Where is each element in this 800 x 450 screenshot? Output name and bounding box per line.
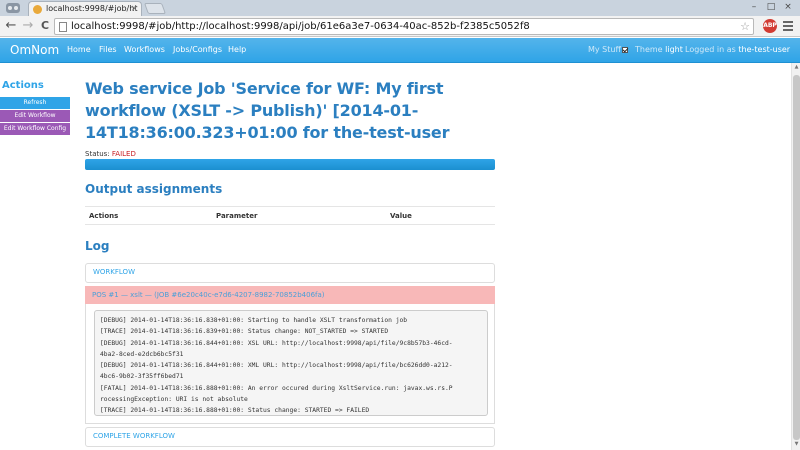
column-header-value: Value (390, 212, 412, 220)
theme-selector[interactable]: Theme light (635, 38, 683, 62)
app-navbar: OmNom Home Files Workflows Jobs/Configs … (0, 38, 800, 63)
adblock-extension-icon[interactable]: ABP (763, 19, 777, 33)
edit-workflow-config-button[interactable]: Edit Workflow Config (0, 123, 70, 135)
log-line: 4bc6-9b02-3f35ff6bed71 (100, 373, 184, 381)
column-header-parameter: Parameter (216, 212, 258, 220)
tab-title: localhost:9998/#job/ht (46, 4, 138, 13)
log-line: [TRACE] 2014-01-14T18:36:16.888+01:00: S… (100, 407, 370, 415)
nav-workflows[interactable]: Workflows (124, 38, 165, 62)
tab-close-icon[interactable]: × (130, 2, 138, 16)
new-tab-button[interactable] (143, 3, 167, 14)
page-icon (59, 22, 67, 32)
log-heading: Log (85, 239, 110, 253)
scroll-down-arrow-icon[interactable]: ▼ (793, 441, 800, 449)
log-line: 4ba2-8ced-e2dcb6bc5f31 (100, 350, 184, 358)
theme-label: Theme (635, 45, 663, 54)
refresh-button[interactable]: Refresh (0, 97, 70, 109)
log-line: [TRACE] 2014-01-14T18:36:16.839+01:00: S… (100, 328, 389, 336)
log-line: rocessingException: URI is not absolute (100, 396, 248, 404)
output-assignments-heading: Output assignments (85, 182, 223, 196)
log-line: [DEBUG] 2014-01-14T18:36:16.838+01:00: S… (100, 317, 408, 324)
job-progress-fill (85, 159, 495, 170)
back-arrow-icon[interactable]: ← (3, 18, 19, 34)
my-stuff-checkbox[interactable] (621, 47, 628, 53)
pos-1-log-body: [DEBUG] 2014-01-14T18:36:16.838+01:00: S… (85, 304, 495, 424)
reload-icon[interactable]: C (37, 18, 53, 34)
logged-in-label: Logged in as (685, 45, 736, 54)
edit-workflow-button[interactable]: Edit Workflow (0, 110, 70, 122)
workflow-log-panel[interactable]: WORKFLOW (85, 263, 495, 283)
log-line: [DEBUG] 2014-01-14T18:36:16.844+01:00: X… (100, 339, 453, 347)
bookmark-star-icon[interactable]: ☆ (740, 19, 750, 34)
complete-workflow-log-panel[interactable]: COMPLETE WORKFLOW (85, 427, 495, 447)
incognito-avatar-icon (6, 3, 20, 13)
brand-logo[interactable]: OmNom (10, 38, 59, 62)
workflow-log-toggle[interactable]: WORKFLOW (86, 264, 494, 281)
my-stuff-label: My Stuff (588, 45, 621, 54)
log-line: [DEBUG] 2014-01-14T18:36:16.844+01:00: X… (100, 362, 453, 370)
status-label: Status: (85, 150, 110, 158)
actions-heading: Actions (2, 80, 44, 91)
theme-value[interactable]: light (665, 45, 683, 54)
page-title: Web service Job 'Service for WF: My firs… (85, 79, 450, 142)
output-table-bottom (85, 224, 495, 225)
tab-favicon-icon (33, 5, 42, 14)
complete-workflow-toggle[interactable]: COMPLETE WORKFLOW (86, 428, 494, 445)
maximize-window-button[interactable]: □ (763, 0, 779, 14)
nav-jobs-configs[interactable]: Jobs/Configs (173, 38, 222, 62)
user-link[interactable]: the-test-user (738, 45, 790, 54)
nav-files[interactable]: Files (99, 38, 117, 62)
minimize-window-button[interactable]: – (746, 0, 762, 14)
scroll-up-arrow-icon[interactable]: ▲ (793, 64, 800, 72)
job-progress-bar (85, 159, 495, 170)
page-scrollbar[interactable]: ▲ ▼ (791, 63, 800, 450)
output-divider (85, 206, 495, 207)
logged-in-info: Logged in as the-test-user (685, 38, 790, 62)
forward-arrow-icon[interactable]: → (20, 18, 36, 34)
address-url: localhost:9998/#job/http://localhost:999… (71, 21, 530, 32)
pos-1-log-toggle[interactable]: POS #1 — xslt — (JOB #6e20c40c-e7d6-4207… (85, 286, 495, 304)
log-output: [DEBUG] 2014-01-14T18:36:16.838+01:00: S… (94, 310, 488, 416)
browser-menu-icon[interactable] (781, 19, 795, 33)
browser-tabstrip: localhost:9998/#job/ht × – □ × (0, 0, 800, 16)
address-bar[interactable]: localhost:9998/#job/http://localhost:999… (54, 18, 754, 35)
browser-tab[interactable]: localhost:9998/#job/ht × (28, 1, 142, 16)
my-stuff-toggle[interactable]: My Stuff (588, 38, 628, 62)
column-header-actions: Actions (89, 212, 119, 220)
browser-toolbar: ← → C localhost:9998/#job/http://localho… (0, 16, 800, 37)
log-line: [FATAL] 2014-01-14T18:36:16.888+01:00: A… (100, 384, 453, 392)
close-window-button[interactable]: × (780, 0, 796, 14)
nav-help[interactable]: Help (228, 38, 246, 62)
scrollbar-thumb[interactable] (793, 75, 800, 440)
status-badge: FAILED (111, 150, 136, 158)
job-status: Status: FAILED (85, 150, 136, 158)
nav-home[interactable]: Home (67, 38, 91, 62)
